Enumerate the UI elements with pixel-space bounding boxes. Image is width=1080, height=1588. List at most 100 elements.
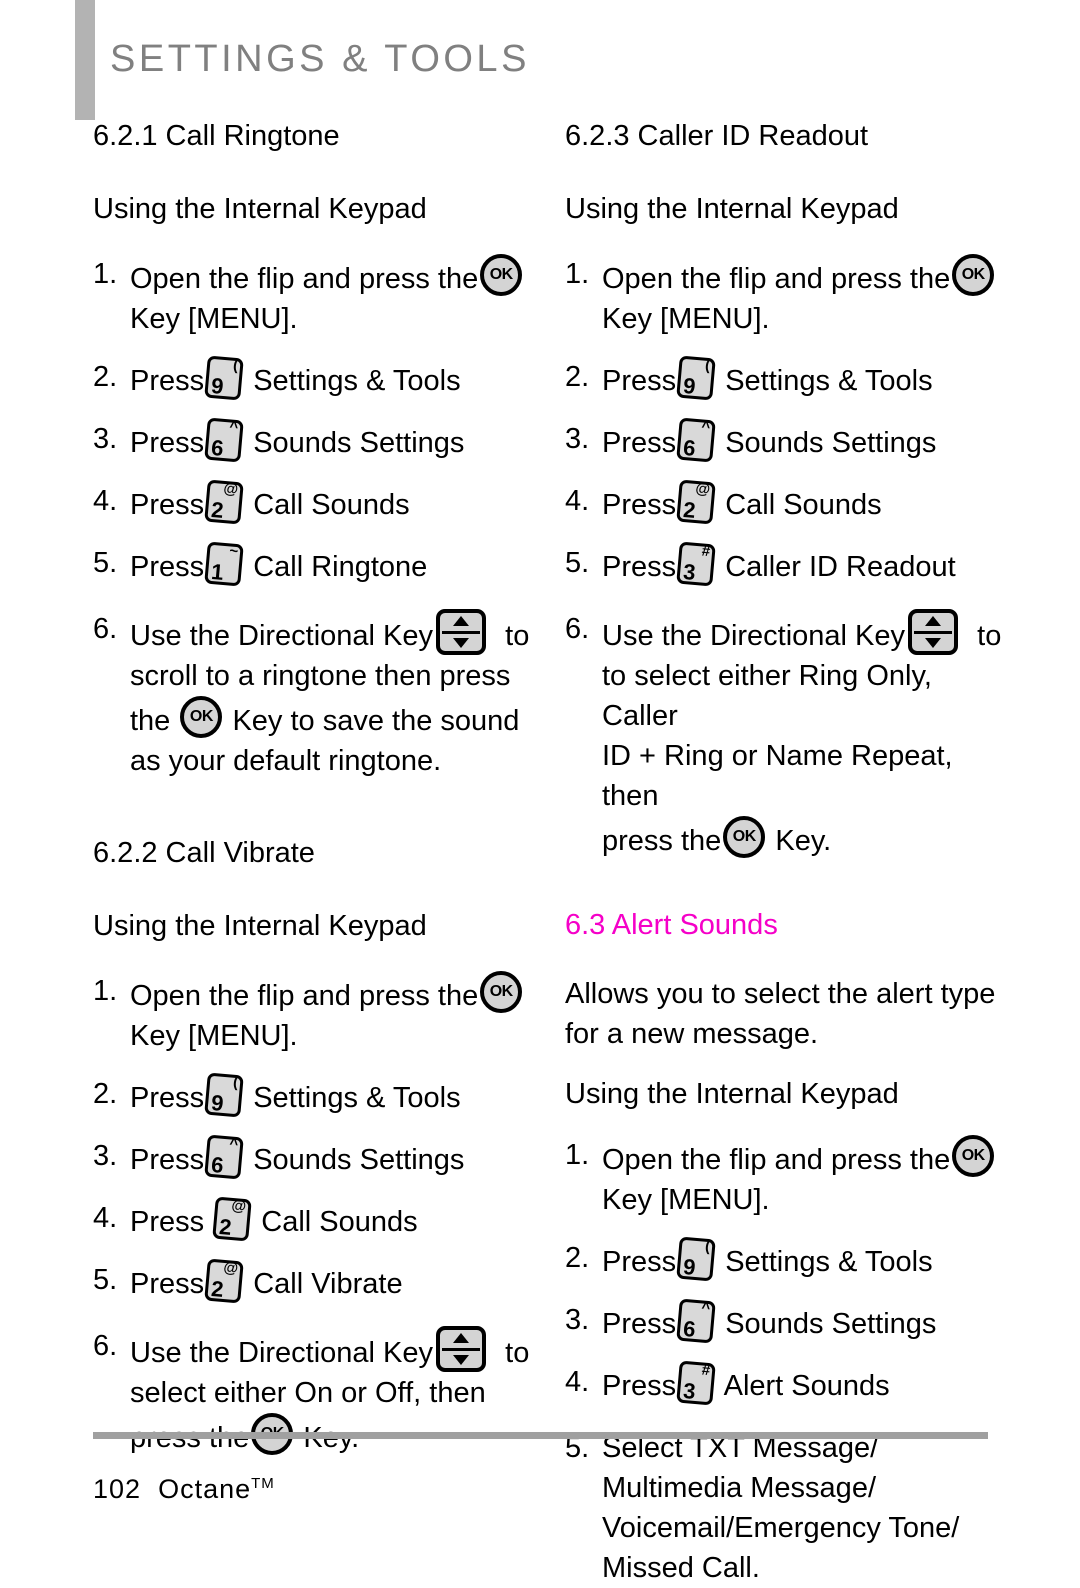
step-text-part: Key [MENU]. [130,303,298,335]
number-key-icon: 9( [204,1072,244,1118]
number-key-symbol: ( [232,1073,240,1092]
step-text: Press 2 @ Call Sounds [130,479,533,525]
step-text-part: Press [130,489,205,521]
ok-key-icon: OK [480,971,523,1013]
ok-key-label: OK [961,266,986,283]
arrow-down-icon [925,638,942,648]
step-text-part: Press [130,365,205,397]
number-key-symbol: # [701,1361,712,1380]
list-item: 5. Press 1 ~ Call Ringtone [93,541,533,587]
number-key-digit: 9 [682,1253,697,1280]
step-text: Use the Directional Key to scroll to a ri… [130,609,533,781]
number-key-digit: 2 [218,1213,233,1240]
step-text: Press 3 # Alert Sounds [602,1360,1005,1406]
step-list: 1. Open the flip and press the OK Key [MEN… [565,1135,1005,1588]
step-text: Press 2 @ Call Sounds [130,1196,533,1242]
step-text-part: Press [130,1082,205,1114]
step-text-part: the [130,705,171,737]
directional-key-icon [908,609,959,655]
page-number: 102 [93,1474,142,1504]
section-subheading: Using the Internal Keypad [93,193,427,225]
step-text-part: Sounds Settings [253,427,465,459]
list-item: 2. Press 9( Settings & Tools [565,355,1005,401]
number-key-icon: 2 @ [204,479,244,525]
arrow-down-icon [453,1355,470,1365]
section-description: Allows you to select the alert type for … [565,974,1005,1054]
step-text-part: Multimedia Message/ [602,1472,876,1504]
step-text: Press 6 ^ Sounds Settings [602,417,1005,463]
number-key-symbol: ( [704,356,712,375]
divider [442,1348,481,1351]
step-text-part: Sounds Settings [725,1308,937,1340]
step-number: 5. [93,1264,118,1296]
trademark-symbol: TM [251,1475,275,1492]
step-text-part: Call Sounds [253,489,410,521]
ok-key-label: OK [961,1147,986,1164]
section-call-ringtone: 6.2.1 Call Ringtone Using the Internal K… [93,122,533,781]
list-item: 4. Press 2 @ Call Sounds [565,479,1005,525]
number-key-icon: 9( [204,355,244,401]
directional-key-icon [436,609,487,655]
number-key-digit: 6 [682,434,697,461]
step-number: 4. [93,1202,118,1234]
list-item: 1. Open the flip and press the OK Key [MEN… [93,971,533,1056]
step-number: 5. [565,547,590,579]
number-key-icon: 6 ^ [204,417,244,463]
ok-key-icon: OK [480,254,523,296]
step-text-part: Call Sounds [261,1206,418,1238]
number-key-digit: 6 [682,1315,697,1342]
step-text-part: Press [602,1370,677,1402]
list-item: 2. Press 9( Settings & Tools [565,1236,1005,1282]
divider [442,631,481,634]
step-text-part: to [505,620,530,652]
number-key-digit: 2 [210,496,225,523]
number-key-icon: 3 # [676,1360,716,1406]
description-line: Allows you to select the alert type [565,978,996,1010]
step-list: 1. Open the flip and press the OK Key [MEN… [93,254,533,781]
step-text-part: Press [130,1144,205,1176]
number-key-icon: 6 ^ [676,417,716,463]
step-number: 2. [565,1242,590,1274]
list-item: 4. Press 2 @ Call Sounds [93,479,533,525]
step-number: 6. [565,613,590,645]
step-text: Press 1 ~ Call Ringtone [130,541,533,587]
section-caller-id-readout: 6.2.3 Caller ID Readout Using the Intern… [565,122,1005,861]
number-key-symbol: ^ [228,418,240,437]
number-key-symbol: ~ [228,542,240,561]
section-subheading: Using the Internal Keypad [565,193,899,225]
list-item: 2. Press 9( Settings & Tools [93,355,533,401]
arrow-down-icon [453,638,470,648]
step-text-part: Key [MENU]. [602,303,770,335]
list-item: 3. Press 6 ^ Sounds Settings [565,1298,1005,1344]
number-key-symbol: ^ [228,1135,240,1154]
step-text-part: Open the flip and press the [602,1144,951,1176]
step-text: Press 9( Settings & Tools [130,355,533,401]
footer-label: 102 OctaneTM [93,1474,275,1505]
ok-key-icon: OK [180,696,223,738]
list-item: 3. Press 6 ^ Sounds Settings [93,417,533,463]
step-text: Press 6 ^ Sounds Settings [130,417,533,463]
list-item: 5. Press 2 @ Call Vibrate [93,1258,533,1304]
step-text-part: Press [602,427,677,459]
step-list: 1. Open the flip and press the OK Key [MEN… [93,971,533,1458]
step-text: Open the flip and press the OK Key [MENU]. [130,254,533,339]
step-text-part: Sounds Settings [253,1144,465,1176]
ok-key-icon: OK [723,816,766,858]
step-text: Open the flip and press the OK Key [MENU]. [602,254,1005,339]
ok-key-label: OK [732,828,757,845]
step-text: Press 2 @ Call Vibrate [130,1258,533,1304]
list-item: 1. Open the flip and press the OK Key [MEN… [565,254,1005,339]
step-number: 1. [565,1139,590,1171]
step-text-part: to select either Ring Only, Caller [602,660,932,732]
step-text-part: Caller ID Readout [725,551,956,583]
section-alert-sounds: 6.3 Alert Sounds Allows you to select th… [565,911,1005,1588]
list-item: 1. Open the flip and press the OK Key [MEN… [565,1135,1005,1220]
step-text: Press 6 ^ Sounds Settings [602,1298,1005,1344]
section-subheading: Using the Internal Keypad [565,1078,899,1110]
ok-key-icon: OK [952,1135,995,1177]
step-number: 1. [93,975,118,1007]
number-key-digit: 2 [682,496,697,523]
step-text-part: Press [130,1268,205,1300]
number-key-symbol: ^ [700,1299,712,1318]
step-number: 6. [93,613,118,645]
